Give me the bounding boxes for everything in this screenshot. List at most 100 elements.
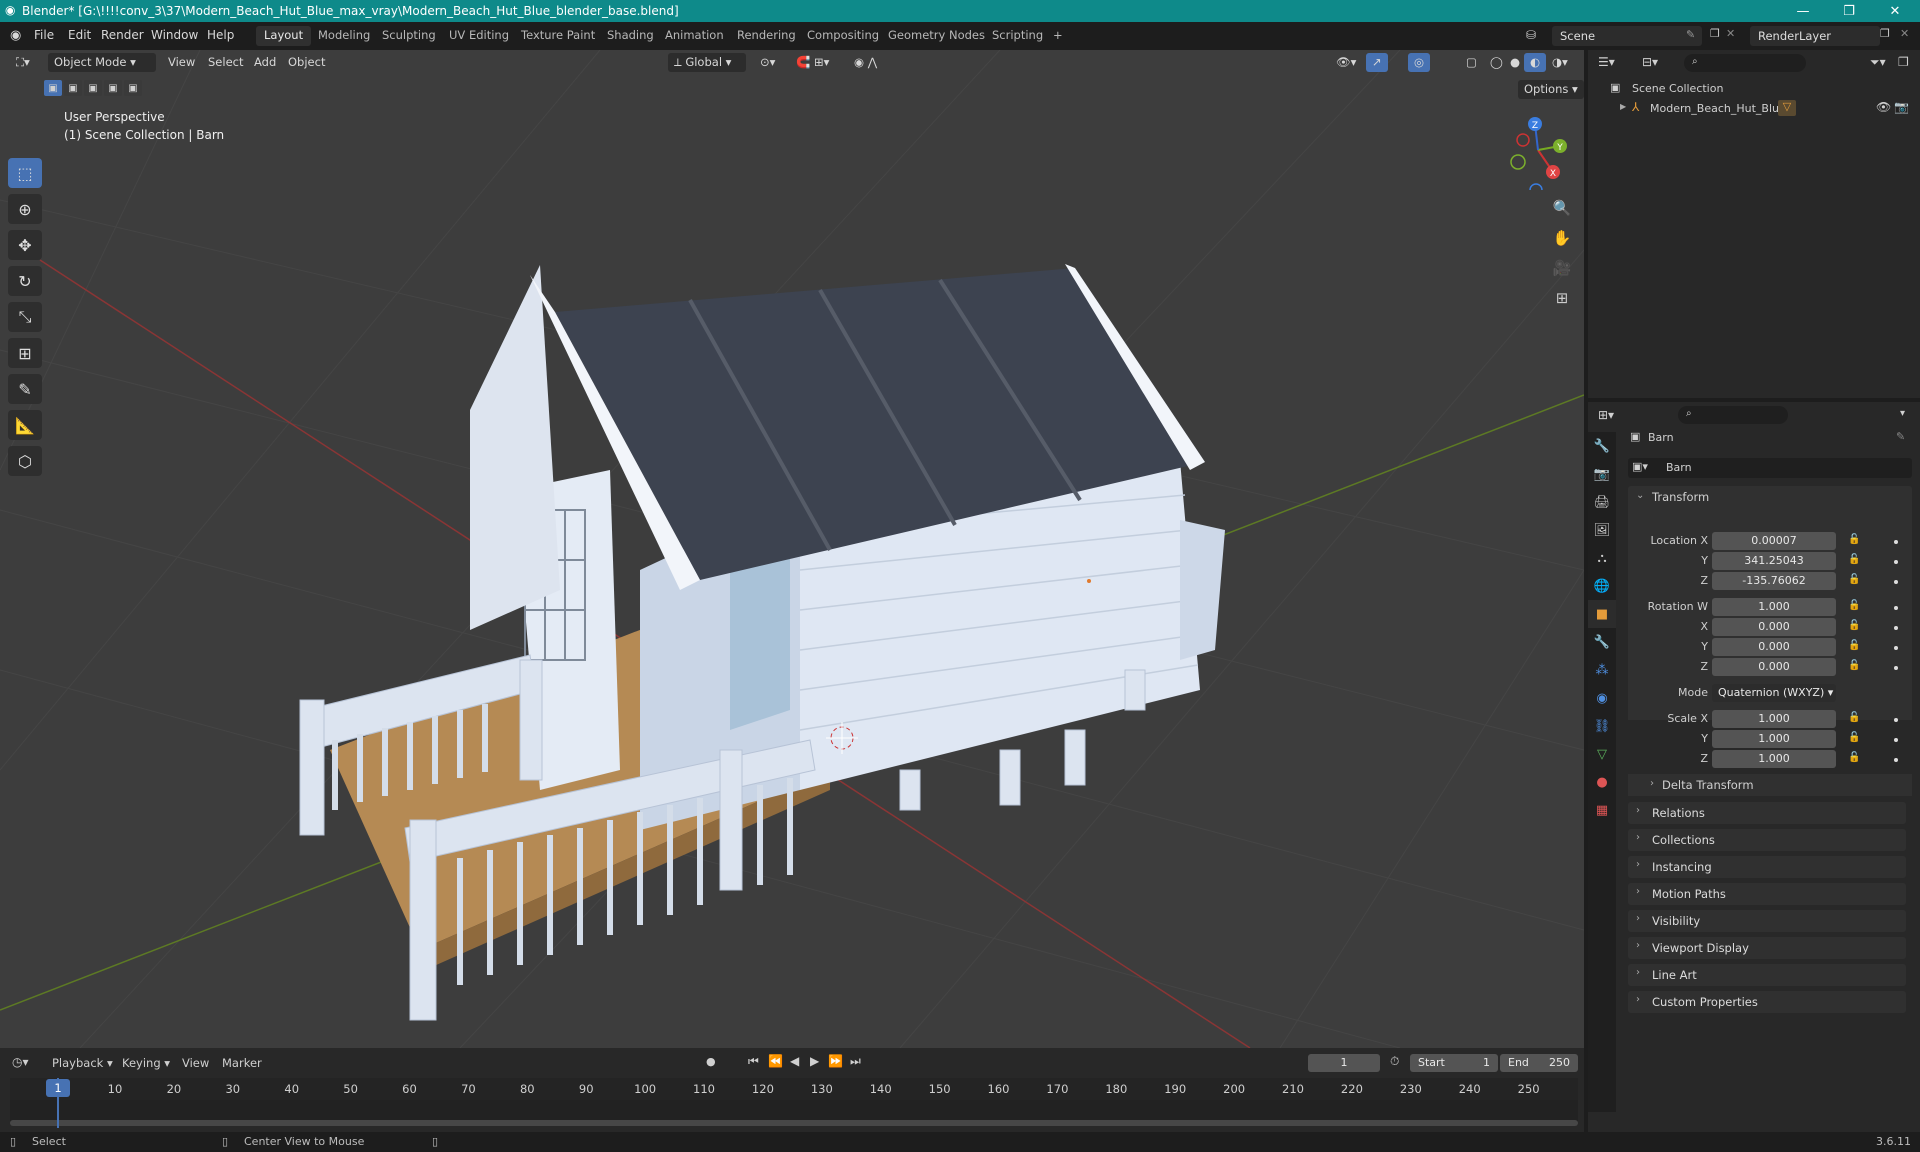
- keyframe-dot[interactable]: [1894, 718, 1898, 722]
- panel-visibility[interactable]: › Visibility: [1628, 910, 1906, 932]
- select-subtract-icon[interactable]: ▣: [84, 80, 102, 96]
- editor-type-icon[interactable]: ⛶▾: [10, 53, 36, 72]
- timeline-editor-icon[interactable]: ◷▾: [12, 1055, 29, 1069]
- select-extend-icon[interactable]: ▣: [64, 80, 82, 96]
- timeline-menu-playback[interactable]: Playback ▾: [52, 1056, 113, 1070]
- lock-location-y-icon[interactable]: 🔓: [1848, 554, 1860, 565]
- add-cube-tool-icon[interactable]: ⬡: [8, 446, 42, 476]
- select-new-icon[interactable]: ▣: [44, 80, 62, 96]
- select-box-tool-icon[interactable]: ⬚: [8, 158, 42, 188]
- outliner-row-object[interactable]: ▶ ⅄ Modern_Beach_Hut_Blue ▽ 👁 📷: [1588, 98, 1920, 118]
- panel-collections[interactable]: › Collections: [1628, 829, 1906, 851]
- move-tool-icon[interactable]: ✥: [8, 230, 42, 260]
- keyframe-dot[interactable]: [1894, 758, 1898, 762]
- keyframe-dot[interactable]: [1894, 606, 1898, 610]
- lock-scale-z-icon[interactable]: 🔓: [1848, 752, 1860, 763]
- panel-motion-paths[interactable]: › Motion Paths: [1628, 883, 1906, 905]
- viewport-menu-view[interactable]: View: [162, 53, 201, 72]
- add-workspace-button[interactable]: +: [1045, 26, 1071, 46]
- object-name-field[interactable]: ▣▾ Barn: [1628, 458, 1912, 478]
- keyframe-dot[interactable]: [1894, 580, 1898, 584]
- lock-scale-y-icon[interactable]: 🔓: [1848, 732, 1860, 743]
- lock-rotation-y-icon[interactable]: 🔓: [1848, 640, 1860, 651]
- display-mode-icon[interactable]: ⊟▾: [1642, 55, 1658, 69]
- object-tab-icon[interactable]: ■: [1588, 600, 1616, 628]
- panel-relations[interactable]: › Relations: [1628, 802, 1906, 824]
- rotation-y-field[interactable]: 0.000: [1712, 638, 1836, 656]
- camera-view-icon[interactable]: 🎥: [1548, 254, 1576, 282]
- end-frame-field[interactable]: End 250: [1500, 1054, 1578, 1072]
- tab-uv-editing[interactable]: UV Editing: [441, 26, 517, 46]
- render-tab-icon[interactable]: 📷: [1588, 460, 1616, 488]
- delete-scene-icon[interactable]: ✕: [1726, 27, 1735, 40]
- new-render-layer-icon[interactable]: ❐: [1880, 27, 1890, 40]
- output-tab-icon[interactable]: 🖨: [1588, 488, 1616, 516]
- rotation-x-field[interactable]: 0.000: [1712, 618, 1836, 636]
- timeline-menu-keying[interactable]: Keying ▾: [122, 1056, 170, 1070]
- menu-window[interactable]: Window: [151, 28, 198, 42]
- select-intersect-icon[interactable]: ▣: [124, 80, 142, 96]
- outliner-search-input[interactable]: ⌕: [1684, 54, 1806, 72]
- menu-help[interactable]: Help: [207, 28, 234, 42]
- menu-render[interactable]: Render: [101, 28, 144, 42]
- location-x-field[interactable]: 0.00007: [1712, 532, 1836, 550]
- keyframe-dot[interactable]: [1894, 540, 1898, 544]
- filter-icon[interactable]: ⏷▾: [1870, 55, 1886, 70]
- pin-icon[interactable]: ✎: [1896, 430, 1905, 443]
- particles-tab-icon[interactable]: ⁂: [1588, 656, 1616, 684]
- tool-tab-icon[interactable]: 🔧: [1588, 432, 1616, 460]
- viewport-menu-add[interactable]: Add: [248, 53, 282, 72]
- overlay-toggle-icon[interactable]: ◎: [1408, 53, 1431, 72]
- lock-rotation-w-icon[interactable]: 🔓: [1848, 600, 1860, 611]
- keyframe-dot[interactable]: [1894, 738, 1898, 742]
- pan-hand-icon[interactable]: ✋: [1548, 224, 1576, 252]
- new-scene-icon[interactable]: ❐: [1710, 27, 1720, 40]
- keyframe-area[interactable]: [10, 1100, 1578, 1122]
- eye-icon[interactable]: 👁: [1876, 100, 1891, 114]
- lock-location-x-icon[interactable]: 🔓: [1848, 534, 1860, 545]
- scale-z-field[interactable]: 1.000: [1712, 750, 1836, 768]
- tab-animation[interactable]: Animation: [657, 26, 732, 46]
- scale-tool-icon[interactable]: ⤡: [8, 302, 42, 332]
- navigation-gizmo[interactable]: X Y Z: [1498, 110, 1578, 197]
- minimize-button[interactable]: —: [1780, 0, 1826, 22]
- panel-instancing[interactable]: › Instancing: [1628, 856, 1906, 878]
- rotation-z-field[interactable]: 0.000: [1712, 658, 1836, 676]
- location-z-field[interactable]: -135.76062: [1712, 572, 1836, 590]
- scene-selector[interactable]: Scene: [1552, 26, 1702, 46]
- timeline-scrollbar[interactable]: [10, 1120, 1578, 1126]
- record-icon[interactable]: ●: [706, 1055, 716, 1068]
- close-button[interactable]: ✕: [1872, 0, 1918, 22]
- snap-icon[interactable]: 🧲 ⊞▾: [790, 53, 835, 72]
- stopwatch-icon[interactable]: ⏱: [1390, 1054, 1399, 1069]
- material-tab-icon[interactable]: ●: [1588, 768, 1616, 796]
- menu-file[interactable]: File: [34, 28, 54, 42]
- jump-start-icon[interactable]: ⏮: [748, 1054, 759, 1069]
- menu-edit[interactable]: Edit: [68, 28, 91, 42]
- rendered-shading-icon[interactable]: ◑▾: [1546, 53, 1574, 72]
- collapse-chevron-icon[interactable]: ▾: [1900, 408, 1905, 419]
- panel-line-art[interactable]: › Line Art: [1628, 964, 1906, 986]
- gizmo-toggle-icon[interactable]: ↗: [1366, 53, 1388, 72]
- 3d-viewport[interactable]: ⛶▾ Object Mode ▾ View Select Add Object …: [0, 50, 1584, 1048]
- texture-tab-icon[interactable]: ▦: [1588, 796, 1616, 824]
- playhead-frame-badge[interactable]: 1: [46, 1079, 70, 1097]
- expand-arrow-icon[interactable]: ▶: [1620, 102, 1626, 111]
- rotation-mode-dropdown[interactable]: Quaternion (WXYZ) ▾: [1712, 684, 1836, 702]
- select-invert-icon[interactable]: ▣: [104, 80, 122, 96]
- rotate-tool-icon[interactable]: ↻: [8, 266, 42, 296]
- measure-tool-icon[interactable]: 📐: [8, 410, 42, 440]
- perspective-grid-icon[interactable]: ⊞: [1548, 284, 1576, 312]
- physics-tab-icon[interactable]: ◉: [1588, 684, 1616, 712]
- tab-scripting[interactable]: Scripting: [984, 26, 1051, 46]
- tab-modeling[interactable]: Modeling: [310, 26, 378, 46]
- view-layer-tab-icon[interactable]: 🖼: [1588, 516, 1616, 544]
- lock-rotation-x-icon[interactable]: 🔓: [1848, 620, 1860, 631]
- tab-geometry-nodes[interactable]: Geometry Nodes: [880, 26, 993, 46]
- tab-sculpting[interactable]: Sculpting: [374, 26, 444, 46]
- viewport-menu-select[interactable]: Select: [202, 53, 249, 72]
- beach-hut-model[interactable]: [299, 264, 1225, 1021]
- pin-icon[interactable]: ✎: [1686, 28, 1695, 41]
- tab-texture-paint[interactable]: Texture Paint: [513, 26, 603, 46]
- scene-tab-icon[interactable]: ⛬: [1588, 544, 1616, 572]
